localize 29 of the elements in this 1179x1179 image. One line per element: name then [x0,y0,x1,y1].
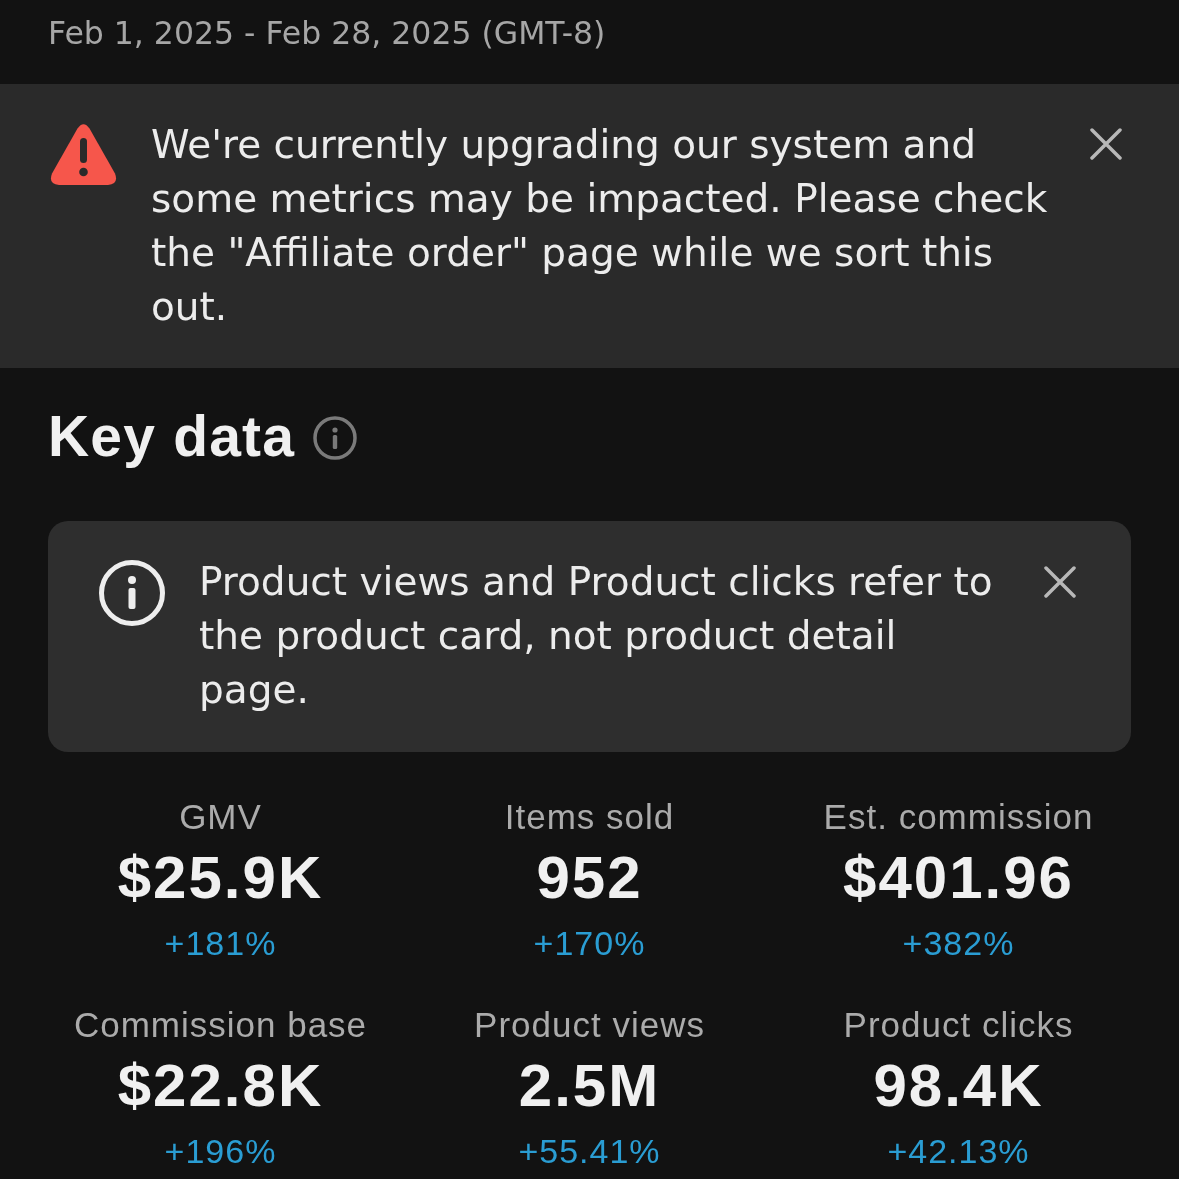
metric-label: GMV [179,797,262,837]
metric-label: Product views [474,1005,705,1045]
metric-value: 98.4K [873,1055,1044,1117]
metric-change: +382% [902,923,1015,963]
close-icon [1090,128,1122,160]
close-button[interactable] [1044,566,1076,598]
metric-label: Est. commission [823,797,1094,837]
date-range-text: Feb 1, 2025 - Feb 28, 2025 (GMT-8) [48,15,606,51]
metric-change: +170% [533,923,646,963]
metric-change: +42.13% [887,1131,1030,1171]
metric-change: +55.41% [518,1131,661,1171]
metric-change: +196% [164,1131,277,1171]
notice-text: Product views and Product clicks refer to the product card, not product detail page. [199,558,994,714]
close-icon [1044,566,1076,598]
info-icon [99,560,165,626]
warning-icon [50,123,117,185]
metric-value: 952 [536,847,643,909]
metric-value: 2.5M [518,1055,661,1117]
metric-label: Items sold [504,797,675,837]
close-button[interactable] [1090,128,1122,160]
metric-change: +181% [164,923,277,963]
info-icon[interactable] [313,416,358,460]
section-title: Key data [48,404,296,468]
metric-label: Commission base [73,1005,368,1045]
metric-value: $25.9K [117,847,324,909]
metric-label: Product clicks [843,1005,1074,1045]
metric-value: $401.96 [843,847,1074,909]
alert-message: We're currently upgrading our system and some metrics may be impacted. Please check the "Affiliate order" page while we sort this out. [151,121,1049,331]
metric-value: $22.8K [117,1055,324,1117]
